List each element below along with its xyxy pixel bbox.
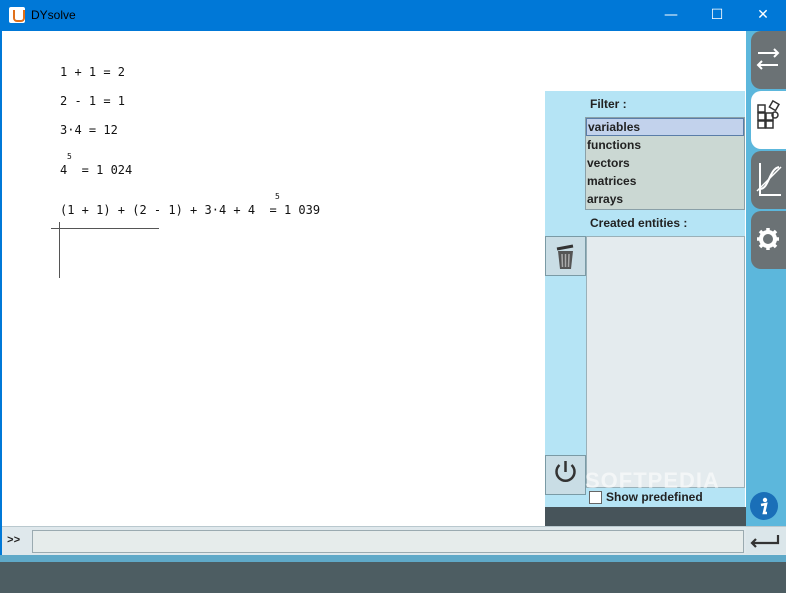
status-strip-edge (0, 555, 786, 562)
filter-item-functions[interactable]: functions (586, 136, 744, 154)
filter-item-arrays[interactable]: arrays (586, 190, 744, 208)
delete-entity-button[interactable] (545, 236, 586, 276)
created-entities-label: Created entities : (590, 216, 688, 230)
tab-graph[interactable] (751, 151, 786, 209)
panel-footer (545, 507, 746, 526)
math-line-1: 1 + 1 = 2 (60, 65, 126, 79)
show-predefined-label: Show predefined (606, 490, 703, 504)
math-line-3: 3·4 = 12 (60, 123, 118, 137)
command-prompt-label: >> (7, 535, 21, 547)
created-entities-list[interactable] (586, 236, 745, 488)
status-strip (0, 562, 786, 593)
math-line-2: 2 - 1 = 1 (60, 94, 126, 108)
filter-item-vectors[interactable]: vectors (586, 154, 744, 172)
enter-arrow-icon (750, 535, 780, 548)
filter-label: Filter : (590, 97, 627, 111)
input-cursor (59, 222, 60, 278)
command-input[interactable] (32, 530, 744, 553)
entities-grid-icon (757, 99, 780, 129)
info-icon (760, 497, 768, 515)
power-button[interactable] (545, 455, 586, 495)
swap-arrows-icon (756, 48, 780, 70)
power-icon (555, 461, 576, 482)
trash-icon (556, 244, 574, 269)
window-title: DYsolve (31, 8, 76, 22)
tab-settings[interactable] (751, 211, 786, 269)
info-button[interactable] (750, 492, 778, 520)
close-button[interactable]: ✕ (740, 0, 786, 31)
enter-button[interactable] (746, 527, 786, 554)
minimize-button[interactable]: — (648, 0, 694, 31)
show-predefined-checkbox[interactable] (589, 491, 602, 504)
gear-icon (757, 228, 779, 250)
filter-item-variables[interactable]: variables (586, 118, 744, 136)
filter-item-matrices[interactable]: matrices (586, 172, 744, 190)
math-line-4-exponent: 5 (67, 152, 72, 161)
math-line-5: (1 + 1) + (2 - 1) + 3·4 + 4 = 1 039 (60, 203, 321, 217)
filter-list[interactable]: variables functions vectors matrices arr… (585, 117, 745, 210)
input-cursor-underline (51, 228, 159, 229)
tab-entities[interactable] (751, 91, 786, 149)
math-line-5-exponent: 5 (275, 192, 280, 201)
maximize-button[interactable]: ☐ (694, 0, 740, 31)
graph-curve-icon (756, 163, 782, 196)
math-line-4: 4 = 1 024 (60, 163, 133, 177)
tab-arrows[interactable] (751, 31, 786, 89)
app-java-icon (9, 7, 25, 23)
